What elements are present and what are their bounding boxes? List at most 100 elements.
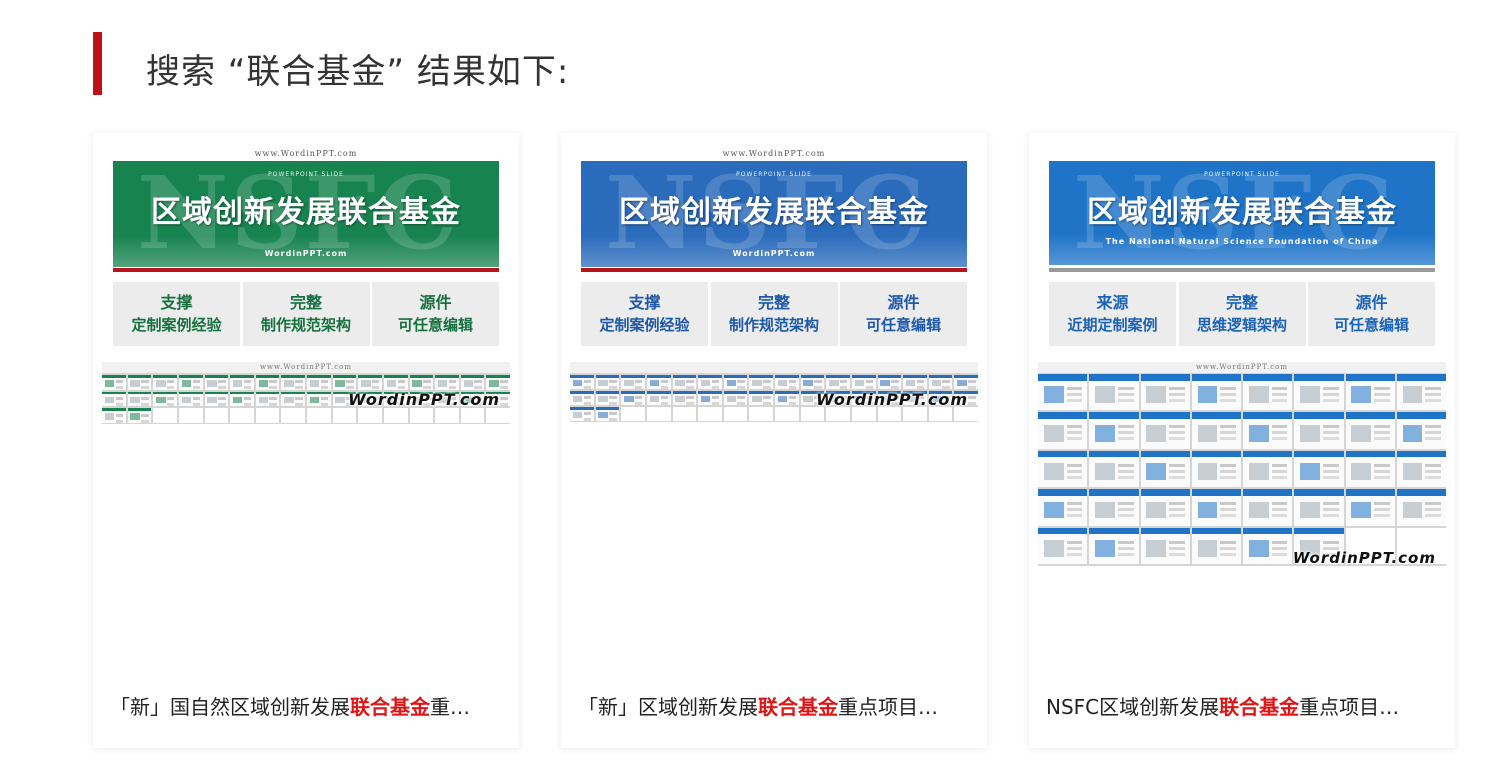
banner-title: 区域创新发展联合基金	[1087, 195, 1397, 230]
feature-boxes: 来源 近期定制案例 完整 思维逻辑架构 源件 可任意编辑	[1049, 282, 1435, 346]
banner-underline	[1049, 268, 1435, 272]
thumb-content	[130, 413, 140, 421]
site-url-label: www.WordinPPT.com	[722, 149, 826, 158]
thumb-content	[829, 379, 839, 387]
thumb-text-lines	[814, 380, 822, 384]
thumb-text-lines	[1220, 540, 1237, 544]
thumb-content	[309, 396, 320, 404]
title-text: 重点项目…	[838, 695, 938, 719]
thumb-content	[156, 379, 166, 387]
result-thumbnail[interactable]: www.WordinPPT.com NSFC POWERPOINT SLIDE …	[93, 133, 519, 573]
thumb-grid	[1038, 374, 1446, 564]
feature-text: 思维逻辑架构	[1196, 316, 1287, 334]
feature-heading: 源件	[419, 293, 452, 312]
thumb-text-lines	[788, 380, 797, 384]
thumb-text-lines	[1271, 502, 1288, 506]
slide-thumb	[1089, 489, 1139, 526]
thumb-header	[409, 375, 434, 378]
slide-thumb	[1345, 374, 1395, 411]
thumb-header	[1038, 374, 1088, 381]
thumb-header	[672, 375, 697, 378]
slide-thumb	[281, 391, 305, 407]
thumb-content	[1095, 386, 1115, 404]
thumb-content	[130, 396, 140, 404]
thumb-header	[723, 391, 748, 394]
thumb-content	[386, 379, 397, 387]
slide-thumb	[255, 391, 280, 407]
thumb-content	[752, 395, 762, 403]
thumb-text-lines	[609, 380, 617, 384]
thumb-text-lines	[583, 396, 592, 400]
thumb-content	[284, 379, 294, 387]
thumb-text-lines	[1322, 425, 1339, 429]
thumb-text-lines	[1117, 463, 1134, 467]
slide-thumb	[1345, 412, 1395, 449]
slide-thumb	[204, 391, 229, 407]
slide-thumb	[775, 391, 799, 405]
result-title-link[interactable]: NSFC区域创新发展联合基金重点项目…	[1046, 692, 1446, 722]
result-title-link[interactable]: 「新」区域创新发展联合基金重点项目…	[578, 692, 978, 722]
page-title: 搜索 “联合基金” 结果如下:	[146, 52, 570, 92]
thumb-header	[1294, 489, 1344, 496]
thumb-content	[335, 379, 345, 387]
thumb-text-lines	[1271, 540, 1288, 544]
keyword-highlight: 联合基金	[758, 695, 838, 719]
thumb-header	[775, 375, 799, 378]
result-thumbnail[interactable]: NSFC POWERPOINT SLIDE 区域创新发展联合基金 The Nat…	[1029, 133, 1455, 573]
thumb-text-lines	[1220, 387, 1237, 391]
slide-thumb	[1140, 527, 1190, 564]
thumb-text-lines	[1425, 387, 1442, 391]
thumb-header	[595, 375, 620, 378]
thumb-content	[335, 396, 345, 404]
thumb-content	[232, 379, 243, 387]
slide-banner: NSFC POWERPOINT SLIDE 区域创新发展联合基金 The Nat…	[1049, 161, 1435, 265]
thumb-content	[1043, 463, 1064, 480]
thumb-text-lines	[295, 380, 303, 384]
result-card-2[interactable]: www.WordinPPT.com NSFC POWERPOINT SLIDE …	[561, 133, 987, 748]
thumb-text-lines	[1374, 387, 1390, 391]
slide-thumb	[1038, 489, 1088, 526]
keyword-highlight: 联合基金	[1219, 695, 1300, 719]
thumb-header	[127, 375, 152, 378]
slide-thumb	[749, 407, 773, 421]
feature-box: 支撑 定制案例经验	[581, 282, 708, 346]
feature-text: 定制案例经验	[131, 316, 222, 334]
thumb-header	[102, 408, 126, 411]
thumb-header	[255, 391, 280, 395]
slide-thumb	[595, 391, 620, 405]
slide-thumb	[877, 407, 902, 421]
thumb-text-lines	[763, 396, 771, 400]
slide-thumb	[621, 407, 645, 421]
slide-thumb	[775, 375, 799, 389]
thumb-header	[723, 375, 748, 378]
slide-thumb	[102, 391, 126, 407]
result-thumbnail[interactable]: www.WordinPPT.com NSFC POWERPOINT SLIDE …	[561, 133, 987, 573]
thumb-content	[1402, 386, 1423, 404]
thumb-header	[1345, 489, 1395, 496]
thumb-header	[621, 375, 645, 378]
thumb-header	[646, 375, 671, 378]
title-text: 「新」区域创新发展	[578, 695, 758, 719]
slide-thumb	[486, 375, 510, 390]
slide-thumb	[230, 375, 254, 390]
banner-subtitle: POWERPOINT SLIDE	[268, 171, 344, 178]
slide-thumb	[153, 375, 177, 390]
result-card-1[interactable]: www.WordinPPT.com NSFC POWERPOINT SLIDE …	[93, 133, 519, 748]
thumb-content	[130, 379, 140, 387]
feature-heading: 源件	[887, 293, 920, 312]
result-card-3[interactable]: NSFC POWERPOINT SLIDE 区域创新发展联合基金 The Nat…	[1029, 133, 1455, 748]
slide-thumb	[358, 408, 382, 423]
result-title-link[interactable]: 「新」国自然区域创新发展联合基金重…	[110, 692, 510, 722]
thumb-text-lines	[1117, 425, 1134, 429]
thumb-text-lines	[320, 380, 329, 384]
thumb-content	[880, 379, 890, 387]
feature-box: 源件 可任意编辑	[840, 282, 967, 346]
thumb-text-lines	[1374, 425, 1390, 429]
thumb-text-lines	[660, 380, 669, 384]
slide-thumbnails: www.WordinPPT.com WordinPPT.com	[102, 362, 510, 424]
thumb-text-lines	[1066, 502, 1083, 506]
slide-thumb	[127, 391, 152, 407]
slide-thumb	[1089, 450, 1139, 488]
thumb-content	[1095, 463, 1115, 480]
thumb-text-lines	[1169, 387, 1185, 391]
